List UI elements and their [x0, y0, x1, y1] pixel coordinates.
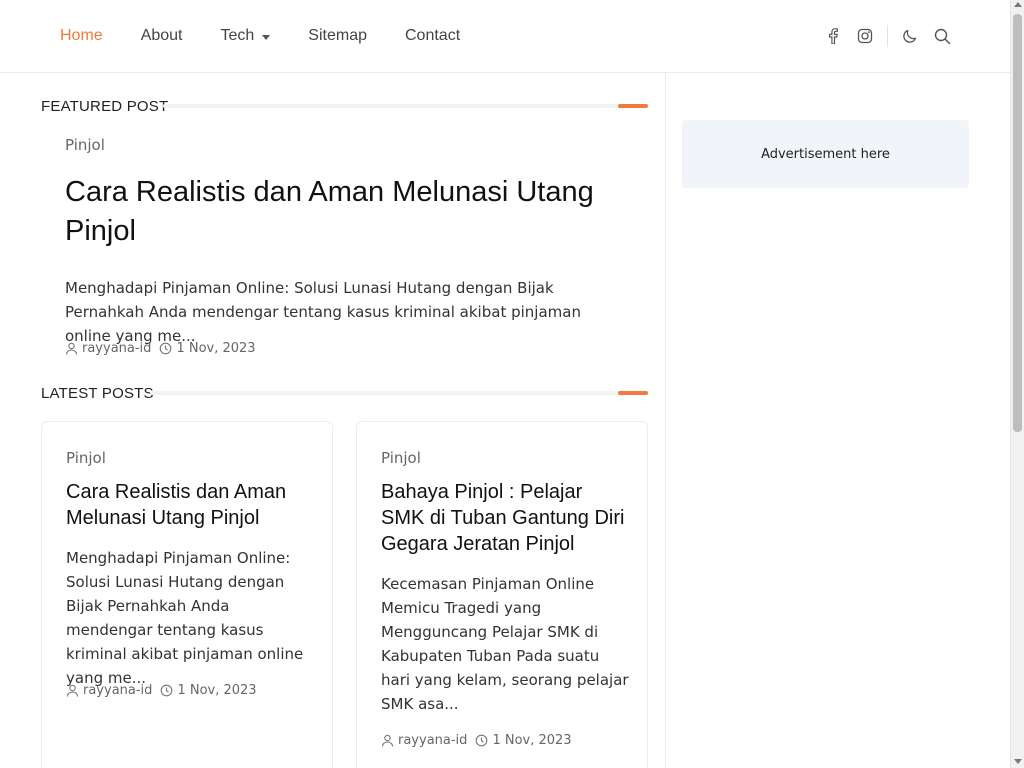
- featured-meta: rayyana-id 1 Nov, 2023: [65, 341, 264, 356]
- author-name: rayyana-id: [83, 683, 153, 698]
- post-meta: rayyana-id 1 Nov, 2023: [381, 733, 580, 748]
- site-header: Home About Tech Sitemap Contact: [0, 0, 1010, 73]
- featured-title[interactable]: Cara Realistis dan Aman Melunasi Utang P…: [65, 173, 625, 251]
- post-card[interactable]: Pinjol Bahaya Pinjol : Pelajar SMK di Tu…: [356, 421, 648, 768]
- clock-icon: [160, 342, 172, 355]
- nav-item-about[interactable]: About: [141, 27, 183, 45]
- nav-item-tech[interactable]: Tech: [221, 27, 271, 45]
- featured-excerpt: Menghadapi Pinjaman Online: Solusi Lunas…: [65, 279, 581, 345]
- post-title[interactable]: Bahaya Pinjol : Pelajar SMK di Tuban Gan…: [381, 479, 631, 557]
- ad-text: Advertisement here: [761, 146, 890, 162]
- scrollbar[interactable]: [1010, 0, 1024, 768]
- post-excerpt: Kecemasan Pinjaman Online Memicu Tragedi…: [381, 575, 629, 713]
- user-icon: [65, 342, 78, 355]
- date-text: 1 Nov, 2023: [492, 733, 572, 748]
- advertisement-box[interactable]: Advertisement here: [682, 120, 969, 188]
- author[interactable]: rayyana-id: [66, 683, 152, 698]
- facebook-icon[interactable]: [823, 26, 843, 46]
- author[interactable]: rayyana-id: [381, 733, 467, 748]
- post-excerpt: Menghadapi Pinjaman Online: Solusi Lunas…: [66, 549, 304, 687]
- scroll-thumb[interactable]: [1013, 14, 1022, 432]
- instagram-icon[interactable]: [855, 26, 875, 46]
- post-title[interactable]: Cara Realistis dan Aman Melunasi Utang P…: [66, 479, 316, 531]
- post-meta: rayyana-id 1 Nov, 2023: [66, 683, 265, 698]
- clock-icon: [476, 734, 488, 747]
- date-text: 1 Nov, 2023: [177, 683, 257, 698]
- nav-label: Sitemap: [308, 27, 367, 44]
- moon-icon[interactable]: [900, 26, 920, 46]
- nav-label: About: [140, 27, 183, 44]
- nav-label: Home: [60, 27, 103, 44]
- section-accent: [618, 391, 648, 395]
- post-category[interactable]: Pinjol: [381, 449, 421, 467]
- nav-label: Contact: [405, 27, 461, 44]
- main-content: FEATURED POST Pinjol Cara Realistis dan …: [0, 73, 666, 768]
- featured-category[interactable]: Pinjol: [65, 136, 105, 154]
- author-name: rayyana-id: [398, 733, 468, 748]
- section-accent: [618, 104, 648, 108]
- nav-label: Tech: [220, 27, 255, 44]
- search-icon[interactable]: [932, 26, 952, 46]
- nav-item-contact[interactable]: Contact: [405, 27, 460, 45]
- user-icon: [66, 684, 79, 697]
- nav-item-sitemap[interactable]: Sitemap: [308, 27, 367, 45]
- header-divider: [887, 25, 888, 47]
- post-date: 1 Nov, 2023: [160, 683, 257, 698]
- clock-icon: [161, 684, 173, 697]
- featured-section-title: FEATURED POST: [41, 98, 169, 115]
- scroll-up-arrow-icon[interactable]: [1014, 2, 1022, 7]
- author-name: rayyana-id: [82, 341, 152, 356]
- section-divider: [163, 104, 648, 108]
- post-category[interactable]: Pinjol: [66, 449, 106, 467]
- main-nav: Home About Tech Sitemap Contact: [41, 0, 498, 72]
- header-icons: [811, 24, 952, 48]
- latest-section-title: LATEST POSTS: [41, 385, 154, 402]
- scroll-down-arrow-icon[interactable]: [1014, 759, 1022, 764]
- user-icon: [381, 734, 394, 747]
- post-date: 1 Nov, 2023: [475, 733, 572, 748]
- post-card[interactable]: Pinjol Cara Realistis dan Aman Melunasi …: [41, 421, 333, 768]
- date-text: 1 Nov, 2023: [176, 341, 256, 356]
- caret-down-icon: [262, 34, 271, 40]
- post-date: 1 Nov, 2023: [159, 341, 256, 356]
- nav-item-home[interactable]: Home: [60, 27, 103, 45]
- section-divider: [150, 391, 648, 395]
- author[interactable]: rayyana-id: [65, 341, 151, 356]
